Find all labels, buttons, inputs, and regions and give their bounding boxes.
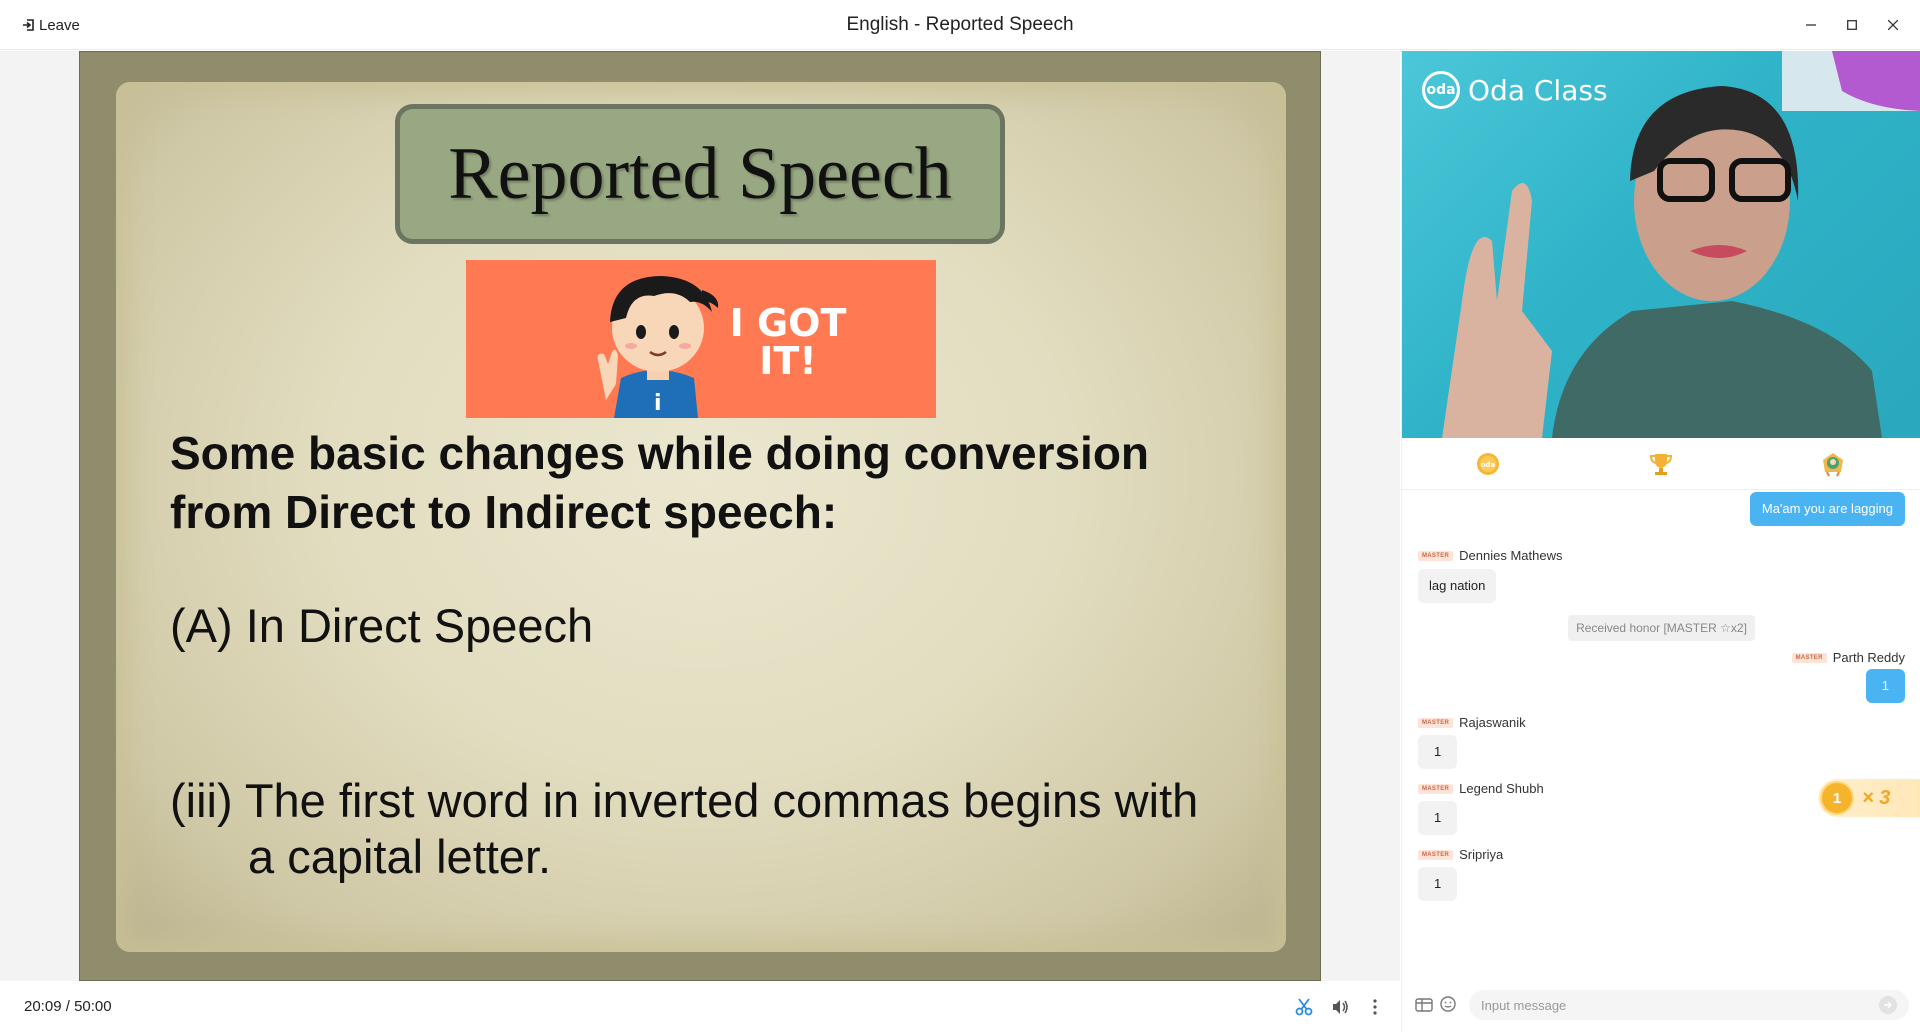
elapsed-time: 20:09 [24, 998, 62, 1015]
master-badge: MASTER [1418, 717, 1454, 728]
oda-logo-mark: oda [1422, 71, 1460, 109]
maximize-button[interactable] [1841, 14, 1863, 36]
chat-sender: MASTER Dennies Mathews [1418, 548, 1562, 563]
svg-text:oda: oda [1481, 461, 1496, 469]
player-control-bar: 20:09 / 50:00 [0, 981, 1400, 1032]
slide-title: Reported Speech [448, 132, 952, 215]
clip-button[interactable] [1292, 995, 1316, 1019]
panel-tabs: oda [1402, 438, 1920, 490]
chat-bubble: 1 [1418, 867, 1458, 901]
chat-bubble-mine: Ma'am you are lagging [1749, 492, 1905, 526]
message-input[interactable] [1469, 990, 1909, 1020]
emoji-icon[interactable] [1438, 994, 1458, 1014]
teacher-video-feed [1442, 51, 1920, 438]
chat-bubble: 1 [1418, 735, 1458, 769]
minimize-icon [1806, 24, 1816, 26]
chat-input-bar [1402, 977, 1920, 1032]
close-button[interactable] [1882, 14, 1904, 36]
master-badge: MASTER [1418, 550, 1454, 561]
sender-name: Parth Reddy [1832, 650, 1905, 665]
slide-title-box: Reported Speech [395, 104, 1005, 244]
more-vertical-icon [1373, 999, 1377, 1015]
slide-heading: Some basic changes while doing conversio… [170, 427, 1150, 538]
minimize-button[interactable] [1800, 14, 1822, 36]
send-icon [1884, 1001, 1892, 1009]
master-badge: MASTER [1418, 783, 1454, 794]
maximize-icon [1847, 20, 1857, 30]
chat-bubble-mine: 1 [1865, 669, 1905, 703]
more-options-button[interactable] [1363, 995, 1387, 1019]
chat-list[interactable]: Ma'am you are lagging MASTER Dennies Mat… [1402, 491, 1920, 977]
window-title: English - Reported Speech [846, 14, 1074, 35]
honor-notice: Received honor [MASTER ☆x2] [1568, 615, 1755, 641]
oda-class-logo: oda Oda Class [1422, 71, 1608, 109]
teacher-video: oda Oda Class [1402, 51, 1920, 438]
volume-button[interactable] [1328, 995, 1352, 1019]
volume-icon [1333, 1000, 1348, 1014]
banner-text: I GOT IT! [729, 301, 847, 383]
chat-sender: MASTER Legend Shubh [1418, 781, 1544, 796]
chat-sender: MASTER Parth Reddy [1791, 650, 1905, 665]
master-badge: MASTER [1418, 849, 1454, 860]
slide-stage: Reported Speech i I GOT IT! Some basic c… [0, 51, 1400, 981]
master-badge: MASTER [1791, 652, 1827, 663]
send-button[interactable] [1879, 996, 1897, 1014]
total-duration: 50:00 [74, 998, 112, 1015]
slide-point-a: (A) In Direct Speech [170, 599, 594, 652]
gift-icon[interactable] [1414, 994, 1434, 1014]
chat-sender: MASTER Rajaswanik [1418, 715, 1526, 730]
right-panel: oda Oda Class oda Ma'am you are lagging … [1401, 51, 1920, 1032]
trophy-icon[interactable] [1647, 450, 1675, 478]
cartoon-boy-illustration: i [597, 276, 719, 418]
slide-point-iii-line1: (iii) The first word in inverted commas … [170, 774, 1199, 827]
playback-time: 20:09 / 50:00 [24, 998, 112, 1015]
chat-bubble: 1 [1418, 801, 1458, 835]
sender-name: Dennies Mathews [1459, 548, 1563, 563]
sender-name: Legend Shubh [1459, 781, 1544, 796]
sender-name: Rajaswanik [1459, 715, 1526, 730]
svg-text:i: i [654, 391, 662, 416]
combo-multiplier: × 3 [1862, 786, 1891, 809]
chat-bubble: lag nation [1418, 569, 1497, 603]
coin-icon[interactable]: oda [1474, 450, 1502, 478]
time-separator: / [65, 998, 70, 1015]
medal-icon[interactable] [1819, 450, 1847, 478]
presentation-slide: Reported Speech i I GOT IT! Some basic c… [79, 51, 1321, 981]
combo-count: 1 [1822, 783, 1852, 813]
system-message: Received honor [MASTER ☆x2] [1402, 615, 1920, 641]
title-bar: Leave English - Reported Speech [0, 0, 1920, 50]
chat-sender: MASTER Sripriya [1418, 847, 1503, 862]
slide-point-iii-line2: a capital letter. [248, 830, 552, 883]
combo-reward-badge: 1 × 3 [1818, 779, 1920, 817]
sender-name: Sripriya [1459, 847, 1504, 862]
close-icon [1888, 20, 1898, 30]
scissors-icon [1295, 998, 1313, 1016]
brand-name: Oda Class [1468, 73, 1608, 107]
i-got-it-banner: i I GOT IT! [466, 260, 936, 418]
slide-point-iii: (iii) The first word in inverted commas … [170, 773, 1270, 885]
